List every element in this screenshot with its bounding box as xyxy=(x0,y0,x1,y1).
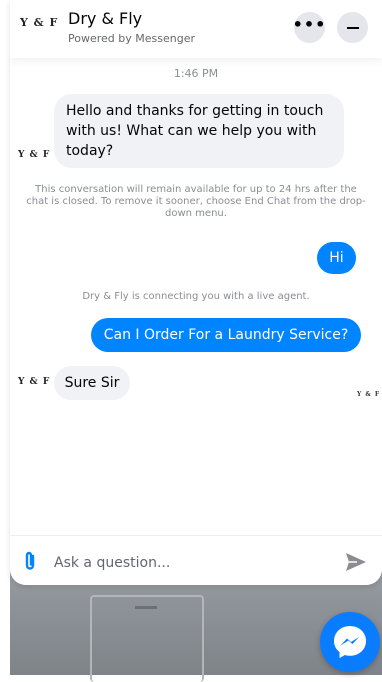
minimize-button[interactable] xyxy=(337,12,368,43)
business-message: Sure Sir xyxy=(54,366,130,400)
messenger-launcher-button[interactable] xyxy=(320,612,380,672)
seen-indicator: Y & F xyxy=(357,391,381,398)
message-input[interactable] xyxy=(52,549,336,577)
message-composer xyxy=(10,535,382,585)
system-notice: This conversation will remain available … xyxy=(26,184,366,219)
user-message: Hi xyxy=(317,242,356,274)
user-message: Can I Order For a Laundry Service? xyxy=(91,318,361,352)
messenger-icon xyxy=(334,626,366,658)
minimize-icon xyxy=(346,26,359,29)
business-logo: Y & F xyxy=(20,16,59,29)
business-avatar: Y & F xyxy=(18,150,51,160)
paperclip-icon[interactable] xyxy=(22,550,38,572)
message-timestamp: 1:46 PM xyxy=(173,67,219,80)
powered-by-label: Powered by Messenger xyxy=(68,32,195,45)
business-avatar: Y & F xyxy=(18,377,51,387)
background-slot xyxy=(135,606,157,609)
more-options-button[interactable]: ••• xyxy=(292,12,327,43)
business-name: Dry & Fly xyxy=(68,9,143,28)
more-icon: ••• xyxy=(292,14,327,34)
business-message: Hello and thanks for getting in touch wi… xyxy=(54,94,344,168)
chat-header: Y & F Dry & Fly Powered by Messenger ••• xyxy=(10,0,382,58)
send-icon[interactable] xyxy=(345,552,367,572)
system-notice: Dry & Fly is connecting you with a live … xyxy=(82,291,310,302)
chat-window: Y & F Dry & Fly Powered by Messenger •••… xyxy=(10,0,382,585)
